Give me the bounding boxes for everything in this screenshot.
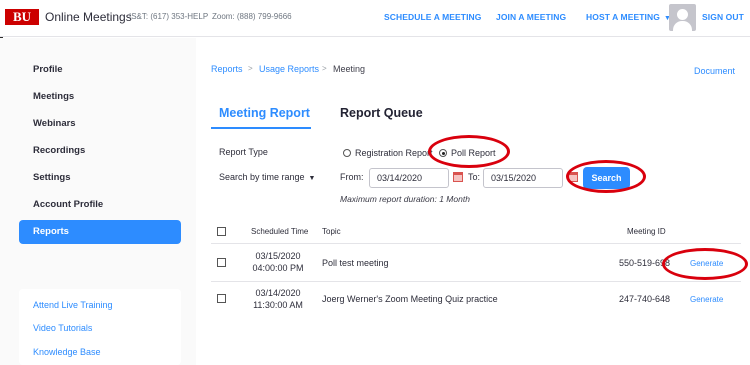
host-meeting-menu[interactable]: HOST A MEETING ▼ — [586, 12, 671, 22]
divider — [211, 243, 741, 244]
column-header-topic: Topic — [322, 227, 341, 236]
row-topic: Poll test meeting — [322, 258, 389, 268]
active-tab-underline — [211, 127, 311, 129]
app-title: Online Meetings — [45, 10, 132, 24]
max-duration-note: Maximum report duration: 1 Month — [340, 194, 470, 204]
calendar-icon[interactable] — [568, 172, 578, 182]
host-meeting-label: HOST A MEETING — [586, 12, 660, 22]
breadcrumb-meeting: Meeting — [333, 64, 366, 74]
select-all-checkbox[interactable] — [217, 227, 226, 236]
row-topic: Joerg Werner's Zoom Meeting Quiz practic… — [322, 294, 498, 304]
attend-live-training-link[interactable]: Attend Live Training — [33, 300, 113, 310]
row-checkbox[interactable] — [217, 294, 226, 303]
calendar-icon[interactable] — [453, 172, 463, 182]
row-scheduled-time: 03/14/2020 11:30:00 AM — [243, 287, 313, 311]
video-tutorials-link[interactable]: Video Tutorials — [33, 323, 92, 333]
zoom-phone: Zoom: (888) 799-9666 — [212, 12, 292, 21]
row-time: 11:30:00 AM — [253, 300, 303, 310]
chevron-down-icon: ▼ — [308, 175, 316, 182]
bu-logo[interactable]: BU — [5, 9, 39, 25]
column-header-meeting-id: Meeting ID — [627, 227, 666, 236]
avatar-body-shape — [673, 21, 692, 31]
sidebar-item-settings[interactable]: Settings — [19, 166, 181, 190]
sidebar-item-meetings[interactable]: Meetings — [19, 85, 181, 109]
breadcrumb-separator: > — [248, 64, 253, 73]
sidebar-item-webinars[interactable]: Webinars — [19, 112, 181, 136]
sign-out-link[interactable]: SIGN OUT — [702, 12, 744, 22]
ist-helpline: IS&T: (617) 353-HELP — [129, 12, 209, 21]
to-date-field[interactable]: 03/15/2020 — [483, 168, 563, 188]
breadcrumb-separator: > — [322, 64, 327, 73]
row-checkbox[interactable] — [217, 258, 226, 267]
tab-meeting-report[interactable]: Meeting Report — [219, 106, 310, 120]
row-date: 03/14/2020 — [255, 288, 301, 298]
sidebar-item-account-profile[interactable]: Account Profile — [19, 193, 181, 217]
sidebar-item-reports[interactable]: Reports — [19, 220, 181, 244]
row-meeting-id: 550-519-698 — [619, 258, 671, 268]
divider — [211, 281, 741, 282]
row-date: 03/15/2020 — [255, 251, 301, 261]
top-navigation-bar: BU Online Meetings IS&T: (617) 353-HELP … — [0, 0, 750, 37]
avatar-head-shape — [677, 9, 688, 20]
time-range-label: Search by time range — [219, 172, 305, 182]
document-link[interactable]: Document — [694, 66, 735, 76]
join-meeting-link[interactable]: JOIN A MEETING — [496, 12, 566, 22]
registration-report-radio[interactable] — [343, 149, 351, 157]
column-header-scheduled-time: Scheduled Time — [251, 227, 309, 236]
breadcrumb-usage-reports[interactable]: Usage Reports — [259, 64, 319, 74]
sidebar-item-profile[interactable]: Profile — [19, 58, 181, 82]
generate-link[interactable]: Generate — [690, 295, 723, 304]
registration-report-label[interactable]: Registration Report — [355, 148, 433, 158]
to-label: To: — [468, 172, 481, 182]
sidebar-item-recordings[interactable]: Recordings — [19, 139, 181, 163]
poll-report-radio[interactable] — [439, 149, 447, 157]
row-scheduled-time: 03/15/2020 04:00:00 PM — [243, 250, 313, 274]
poll-report-label[interactable]: Poll Report — [451, 148, 496, 158]
tab-report-queue[interactable]: Report Queue — [340, 106, 423, 120]
knowledge-base-link[interactable]: Knowledge Base — [33, 347, 101, 357]
report-type-label: Report Type — [219, 147, 268, 157]
search-button[interactable]: Search — [583, 167, 630, 189]
from-date-field[interactable]: 03/14/2020 — [369, 168, 449, 188]
time-range-dropdown[interactable]: Search by time range ▼ — [219, 172, 315, 182]
from-label: From: — [340, 172, 364, 182]
row-meeting-id: 247-740-648 — [619, 294, 671, 304]
schedule-meeting-link[interactable]: SCHEDULE A MEETING — [384, 12, 482, 22]
generate-link[interactable]: Generate — [690, 259, 723, 268]
breadcrumb-reports[interactable]: Reports — [211, 64, 243, 74]
sidebar-help-links: Attend Live Training Video Tutorials Kno… — [19, 289, 181, 365]
row-time: 04:00:00 PM — [252, 263, 304, 273]
avatar[interactable] — [669, 4, 696, 31]
